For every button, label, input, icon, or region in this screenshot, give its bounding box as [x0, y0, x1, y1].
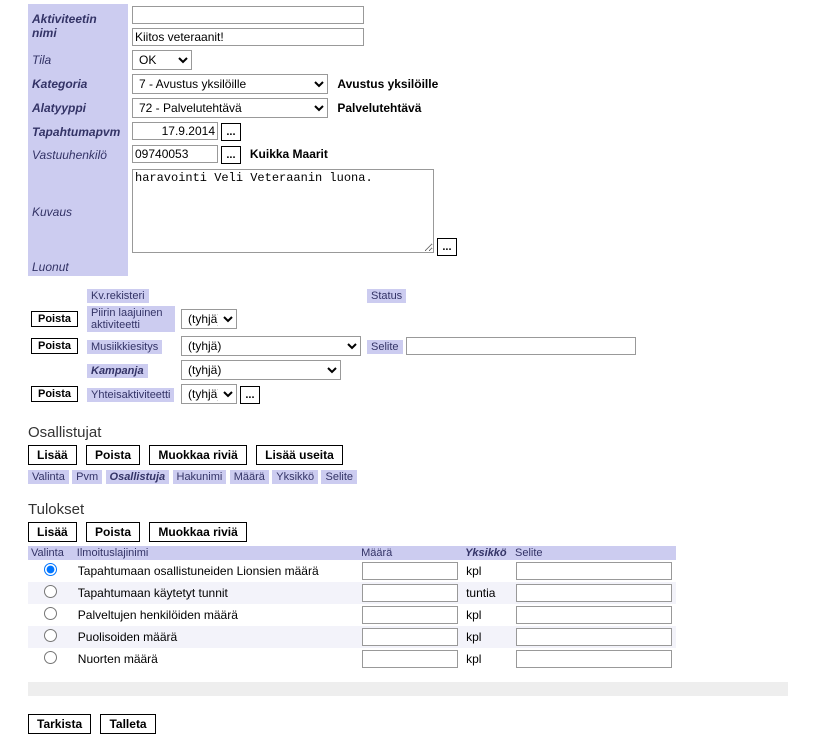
- col-valinta: Valinta: [28, 470, 69, 484]
- footer-bar: [28, 682, 788, 696]
- row-radio[interactable]: [44, 607, 57, 620]
- row-radio[interactable]: [44, 629, 57, 642]
- poista-row-2[interactable]: Poista: [31, 338, 78, 354]
- tarkista-button[interactable]: Tarkista: [28, 714, 91, 734]
- musiikkiesitys-select[interactable]: (tyhjä): [181, 336, 361, 356]
- osallistujat-muokkaa-button[interactable]: Muokkaa riviä: [149, 445, 246, 465]
- row-name: Tapahtumaan käytetyt tunnit: [74, 582, 358, 604]
- kategoria-text: Avustus yksilöille: [337, 77, 438, 91]
- col-osallistuja: Osallistuja: [106, 470, 170, 484]
- tapahtumapvm-input[interactable]: [132, 122, 218, 140]
- osallistujat-title: Osallistujat: [28, 424, 788, 441]
- kampanja-select[interactable]: (tyhjä): [181, 360, 341, 380]
- label-kampanja: Kampanja: [87, 364, 148, 378]
- blank-top-input[interactable]: [132, 6, 364, 24]
- row-name: Nuorten määrä: [74, 648, 358, 670]
- row-unit: kpl: [462, 604, 512, 626]
- sub-attributes: Kv.rekisteri Status Poista Piirin laajui…: [28, 286, 639, 406]
- tulokset-title: Tulokset: [28, 501, 788, 518]
- tulokset-col-selite: Selite: [512, 546, 676, 560]
- osallistujat-poista-button[interactable]: Poista: [86, 445, 140, 465]
- table-row: Nuorten määrä kpl: [28, 648, 676, 670]
- row-unit: kpl: [462, 560, 512, 582]
- vastuuhenkilo-code-input[interactable]: [132, 145, 218, 163]
- musiikkiesitys-selite-input[interactable]: [406, 337, 636, 355]
- col-status: Status: [367, 289, 406, 303]
- row-maara-input[interactable]: [362, 606, 458, 624]
- row-selite-input[interactable]: [516, 562, 672, 580]
- table-row: Palveltujen henkilöiden määrä kpl: [28, 604, 676, 626]
- poista-row-4[interactable]: Poista: [31, 386, 78, 402]
- tulokset-col-valinta: Valinta: [28, 546, 74, 560]
- label-kategoria: Kategoria: [28, 72, 128, 96]
- kuvaus-textarea[interactable]: haravointi Veli Veteraanin luona.: [132, 169, 434, 253]
- tulokset-toolbar: Lisää Poista Muokkaa riviä: [28, 522, 788, 542]
- piirin-laajuinen-select[interactable]: (tyhjä): [181, 309, 237, 329]
- osallistujat-lisaa-button[interactable]: Lisää: [28, 445, 77, 465]
- row-name: Tapahtumaan osallistuneiden Lionsien mää…: [74, 560, 358, 582]
- alatyyppi-select[interactable]: 72 - Palvelutehtävä: [132, 98, 328, 118]
- row-radio[interactable]: [44, 651, 57, 664]
- col-yksikko: Yksikkö: [272, 470, 318, 484]
- col-kvrekisteri: Kv.rekisteri: [87, 289, 149, 303]
- label-luonut: Luonut: [28, 258, 128, 276]
- col-pvm: Pvm: [72, 470, 102, 484]
- tulokset-table: Valinta Ilmoituslajinimi Määrä Yksikkö S…: [28, 546, 676, 670]
- osallistujat-toolbar: Lisää Poista Muokkaa riviä Lisää useita: [28, 445, 788, 465]
- row-unit: kpl: [462, 626, 512, 648]
- row-selite-input[interactable]: [516, 584, 672, 602]
- osallistujat-lisaa-useita-button[interactable]: Lisää useita: [256, 445, 343, 465]
- table-row: Tapahtumaan osallistuneiden Lionsien mää…: [28, 560, 676, 582]
- footer-buttons: Tarkista Talleta: [28, 714, 788, 734]
- col-hakunimi: Hakunimi: [173, 470, 227, 484]
- tulokset-poista-button[interactable]: Poista: [86, 522, 140, 542]
- kategoria-select[interactable]: 7 - Avustus yksilöille: [132, 74, 328, 94]
- aktiviteetin-nimi-input[interactable]: [132, 28, 364, 46]
- osallistujat-header: Valinta Pvm Osallistuja Hakunimi Määrä Y…: [28, 469, 788, 483]
- row-maara-input[interactable]: [362, 650, 458, 668]
- label-alatyyppi: Alatyyppi: [28, 96, 128, 120]
- col-maara: Määrä: [230, 470, 269, 484]
- row-unit: kpl: [462, 648, 512, 670]
- label-kuvaus: Kuvaus: [28, 166, 128, 258]
- label-piirin-laajuinen: Piirin laajuinen aktiviteetti: [87, 306, 175, 332]
- row-selite-input[interactable]: [516, 606, 672, 624]
- label-selite: Selite: [367, 340, 403, 354]
- row-name: Palveltujen henkilöiden määrä: [74, 604, 358, 626]
- row-name: Puolisoiden määrä: [74, 626, 358, 648]
- activity-form: Aktiviteetin nimi Tila OK Kategoria 7 - …: [28, 4, 461, 276]
- tulokset-col-ilmoituslajinimi: Ilmoituslajinimi: [74, 546, 358, 560]
- tulokset-col-maara: Määrä: [358, 546, 462, 560]
- row-radio[interactable]: [44, 585, 57, 598]
- label-musiikkiesitys: Musiikkiesitys: [87, 340, 162, 354]
- tulokset-lisaa-button[interactable]: Lisää: [28, 522, 77, 542]
- row-selite-input[interactable]: [516, 628, 672, 646]
- row-maara-input[interactable]: [362, 628, 458, 646]
- yhteisaktiviteetti-select[interactable]: (tyhjä): [181, 384, 237, 404]
- row-selite-input[interactable]: [516, 650, 672, 668]
- tila-select[interactable]: OK: [132, 50, 192, 70]
- poista-row-1[interactable]: Poista: [31, 311, 78, 327]
- tulokset-col-yksikko: Yksikkö: [462, 546, 512, 560]
- talleta-button[interactable]: Talleta: [100, 714, 155, 734]
- alatyyppi-text: Palvelutehtävä: [337, 101, 421, 115]
- table-row: Tapahtumaan käytetyt tunnit tuntia: [28, 582, 676, 604]
- vastuuhenkilo-picker-button[interactable]: ...: [221, 146, 240, 164]
- label-tapahtumapvm: Tapahtumapvm: [28, 120, 128, 143]
- tulokset-muokkaa-button[interactable]: Muokkaa riviä: [149, 522, 246, 542]
- row-maara-input[interactable]: [362, 584, 458, 602]
- label-aktiviteetin-nimi: Aktiviteetin nimi: [28, 4, 128, 48]
- row-unit: tuntia: [462, 582, 512, 604]
- row-maara-input[interactable]: [362, 562, 458, 580]
- kuvaus-expand-button[interactable]: ...: [437, 238, 456, 256]
- tapahtumapvm-picker-button[interactable]: ...: [221, 123, 240, 141]
- label-yhteisaktiviteetti: Yhteisaktiviteetti: [87, 388, 174, 402]
- table-row: Puolisoiden määrä kpl: [28, 626, 676, 648]
- col-selite: Selite: [321, 470, 357, 484]
- label-vastuuhenkilo: Vastuuhenkilö: [28, 143, 128, 166]
- yhteisaktiviteetti-picker-button[interactable]: ...: [240, 386, 259, 404]
- label-tila: Tila: [28, 48, 128, 72]
- vastuuhenkilo-name: Kuikka Maarit: [250, 147, 328, 161]
- row-radio[interactable]: [44, 563, 57, 576]
